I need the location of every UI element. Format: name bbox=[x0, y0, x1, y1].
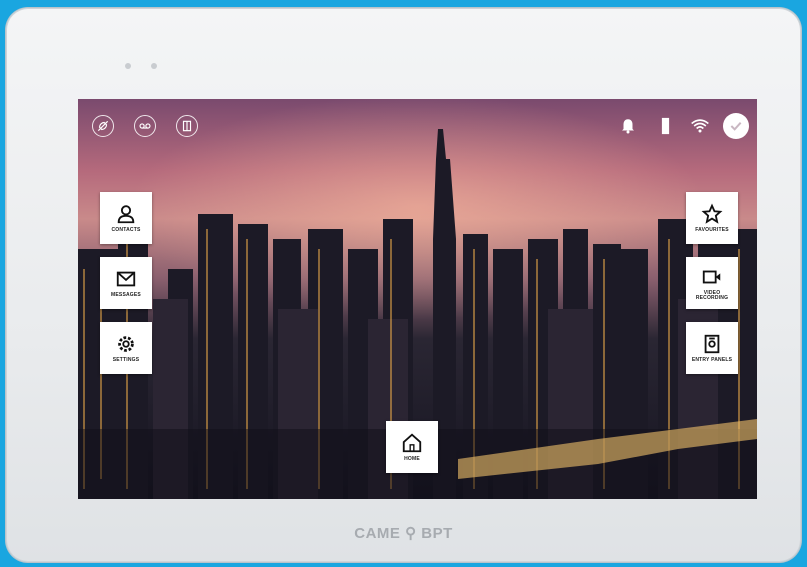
touch-screen[interactable]: CONTACTS MESSAGES SETTINGS FAVOURITES VI… bbox=[78, 99, 757, 499]
voicemail-icon bbox=[139, 123, 151, 129]
entry-panels-tile[interactable]: ENTRY PANELS bbox=[686, 322, 738, 374]
light-sensor bbox=[151, 63, 157, 69]
video-recording-tile[interactable]: VIDEO RECORDING bbox=[686, 257, 738, 309]
mute-button[interactable] bbox=[92, 115, 114, 137]
battery-status bbox=[658, 115, 672, 137]
door-status-button[interactable] bbox=[176, 115, 198, 137]
check-icon bbox=[730, 121, 742, 131]
brand-logo: CAME ⚲ BPT bbox=[354, 525, 453, 542]
contacts-tile[interactable]: CONTACTS bbox=[100, 192, 152, 244]
intercom-device: CONTACTS MESSAGES SETTINGS FAVOURITES VI… bbox=[6, 8, 801, 562]
home-label: HOME bbox=[404, 456, 420, 462]
home-tile[interactable]: HOME bbox=[386, 421, 438, 473]
wifi-icon bbox=[691, 119, 709, 133]
bell-status bbox=[618, 115, 638, 137]
person-icon bbox=[117, 205, 135, 224]
home-icon bbox=[402, 433, 422, 453]
messages-label: MESSAGES bbox=[111, 292, 141, 298]
settings-tile[interactable]: SETTINGS bbox=[100, 322, 152, 374]
video-recording-label: VIDEO RECORDING bbox=[695, 289, 729, 301]
system-ok-status bbox=[723, 113, 749, 139]
door-icon bbox=[182, 120, 192, 132]
gear-icon bbox=[118, 336, 134, 352]
favourites-tile[interactable]: FAVOURITES bbox=[686, 192, 738, 244]
battery-icon bbox=[661, 117, 669, 135]
voicemail-button[interactable] bbox=[134, 115, 156, 137]
bell-icon bbox=[622, 119, 634, 134]
entry-panel-icon bbox=[704, 334, 720, 354]
entry-panels-label: ENTRY PANELS bbox=[691, 357, 733, 363]
camera-sensor bbox=[125, 63, 131, 69]
favourites-label: FAVOURITES bbox=[695, 227, 729, 233]
envelope-icon bbox=[116, 271, 136, 287]
messages-tile[interactable]: MESSAGES bbox=[100, 257, 152, 309]
video-camera-icon bbox=[702, 270, 721, 283]
settings-label: SETTINGS bbox=[112, 357, 140, 363]
wifi-status bbox=[688, 115, 712, 137]
contacts-label: CONTACTS bbox=[111, 227, 141, 233]
mute-icon bbox=[97, 120, 109, 132]
star-icon bbox=[701, 203, 723, 224]
